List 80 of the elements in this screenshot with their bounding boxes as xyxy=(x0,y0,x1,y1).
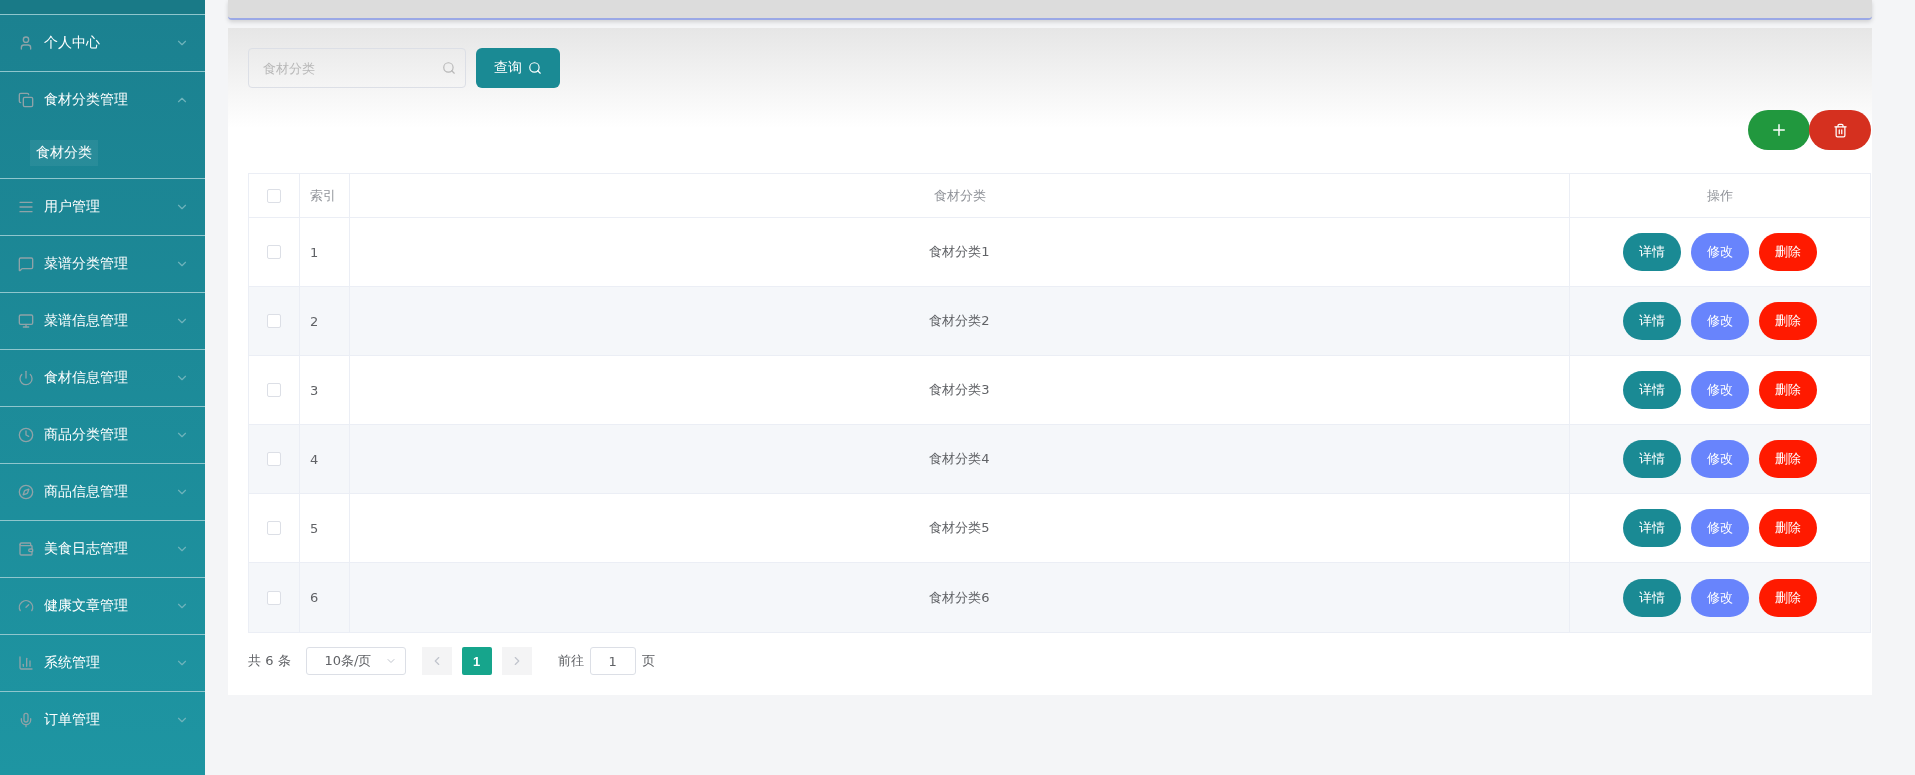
monitor-icon xyxy=(18,313,34,329)
user-icon xyxy=(18,35,34,51)
table-cell: 6 xyxy=(310,590,319,605)
sidebar-menu-item[interactable]: 菜谱分类管理 xyxy=(0,235,205,292)
table-cell: 食材分类2 xyxy=(929,312,990,330)
table-cell: 食材分类3 xyxy=(929,381,990,399)
delete-button[interactable]: 删除 xyxy=(1759,233,1817,271)
page-number-field[interactable]: 1 xyxy=(589,647,636,675)
trash-icon xyxy=(1832,122,1848,138)
table-cell: 1 xyxy=(310,244,319,260)
delete-button[interactable]: 删除 xyxy=(1759,509,1817,547)
sidebar-menu-item[interactable]: 食材信息管理 xyxy=(0,349,205,406)
copy-icon xyxy=(18,92,34,108)
goto-label: 前往 xyxy=(557,652,584,670)
delete-button[interactable]: 删除 xyxy=(1759,302,1817,340)
table-cell: 4 xyxy=(310,451,319,467)
row-checkbox[interactable] xyxy=(267,383,281,397)
search-icon xyxy=(442,61,456,75)
delete-button[interactable]: 删除 xyxy=(1759,578,1817,617)
table-cell: 2 xyxy=(310,313,319,329)
table-cell: 食材分类4 xyxy=(929,450,990,468)
page-size-select[interactable]: 10条/页 xyxy=(305,647,406,675)
bar-chart-icon xyxy=(18,655,34,671)
row-checkbox[interactable] xyxy=(267,590,281,605)
edit-button[interactable]: 修改 xyxy=(1691,302,1749,340)
edit-button[interactable]: 修改 xyxy=(1691,233,1749,271)
edit-button[interactable]: 修改 xyxy=(1691,371,1749,409)
compass-icon xyxy=(18,484,34,500)
microphone-icon xyxy=(18,712,34,728)
chat-icon xyxy=(18,256,34,272)
detail-button[interactable]: 详情 xyxy=(1623,509,1681,547)
search-icon xyxy=(528,61,542,75)
detail-button[interactable]: 详情 xyxy=(1623,371,1681,409)
detail-button[interactable]: 详情 xyxy=(1623,578,1681,617)
column-header: 操作 xyxy=(1707,186,1733,205)
sidebar-menu-item[interactable]: 商品信息管理 xyxy=(0,463,205,520)
table-cell: 5 xyxy=(310,520,319,536)
row-checkbox[interactable] xyxy=(267,452,281,466)
sidebar-menu-item[interactable]: 系统管理 xyxy=(0,634,205,691)
plus-icon xyxy=(1770,121,1788,139)
table-cell: 食材分类1 xyxy=(929,243,990,261)
column-header: 索引 xyxy=(310,186,336,205)
table-cell: 食材分类6 xyxy=(929,588,990,607)
table-cell: 3 xyxy=(310,382,319,398)
row-checkbox[interactable] xyxy=(267,314,281,328)
add-button[interactable] xyxy=(1748,110,1810,150)
clock-icon xyxy=(18,427,34,443)
detail-button[interactable]: 详情 xyxy=(1623,302,1681,340)
search-button[interactable]: 查询 xyxy=(476,48,560,88)
gauge-icon xyxy=(18,598,34,614)
column-header: 食材分类 xyxy=(933,186,986,205)
list-icon xyxy=(18,199,34,215)
sidebar-menu-item[interactable]: 商品分类管理 xyxy=(0,406,205,463)
edit-button[interactable]: 修改 xyxy=(1691,509,1749,547)
sidebar-menu-item[interactable]: 食材分类管理 xyxy=(0,71,205,128)
wallet-icon xyxy=(18,541,34,557)
previous-page-button[interactable] xyxy=(421,647,452,675)
sidebar-menu-item[interactable]: 菜谱信息管理 xyxy=(0,292,205,349)
edit-button[interactable]: 修改 xyxy=(1691,440,1749,478)
row-checkbox[interactable] xyxy=(267,245,281,259)
detail-button[interactable]: 详情 xyxy=(1623,440,1681,478)
delete-button[interactable] xyxy=(1809,110,1871,150)
table-cell: 食材分类5 xyxy=(929,519,990,537)
select-all-checkbox[interactable] xyxy=(267,188,281,203)
total-count: 共 6 条 xyxy=(248,652,291,670)
delete-button[interactable]: 删除 xyxy=(1759,440,1817,478)
page-button[interactable]: 1 xyxy=(461,647,492,675)
delete-button[interactable]: 删除 xyxy=(1759,371,1817,409)
sidebar-menu-item[interactable]: 美食日志管理 xyxy=(0,520,205,577)
detail-button[interactable]: 详情 xyxy=(1623,233,1681,271)
page-suffix: 页 xyxy=(641,652,655,670)
sidebar-menu-item[interactable]: 个人中心 xyxy=(0,14,205,71)
sidebar-menu-item[interactable]: 订单管理 xyxy=(0,691,205,748)
edit-button[interactable]: 修改 xyxy=(1691,578,1749,617)
sidebar-menu-item[interactable]: 用户管理 xyxy=(0,178,205,235)
power-icon xyxy=(18,370,34,386)
sidebar-submenu-item[interactable]: 食材分类 xyxy=(30,140,98,166)
sidebar-menu-item[interactable]: 健康文章管理 xyxy=(0,577,205,634)
next-page-button[interactable] xyxy=(501,647,532,675)
row-checkbox[interactable] xyxy=(267,521,281,535)
